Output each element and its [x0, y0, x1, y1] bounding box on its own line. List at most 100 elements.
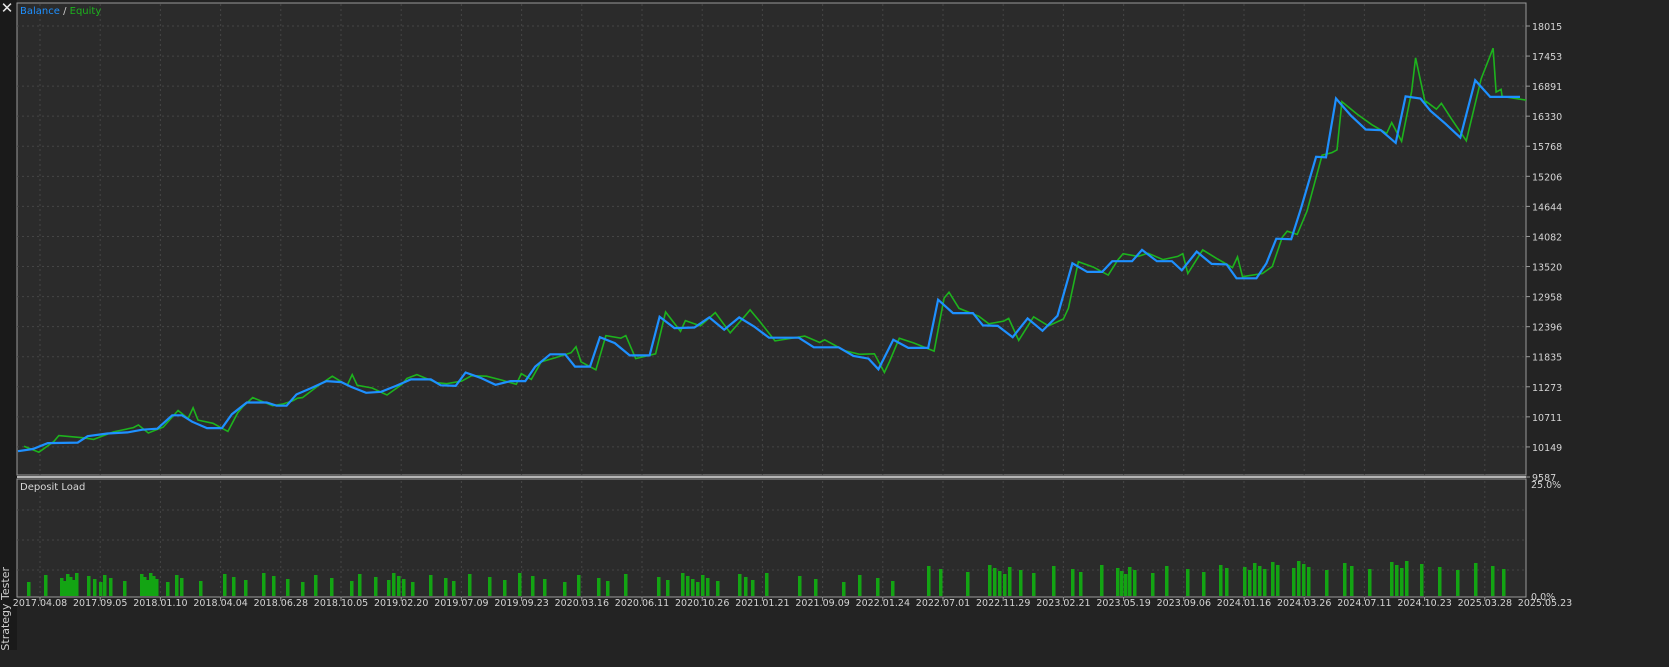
x-tick-label: 2020.10.26 — [675, 598, 729, 609]
deposit-load-bar — [606, 581, 610, 596]
deposit-load-bar — [1003, 574, 1007, 596]
deposit-load-bar — [1258, 566, 1262, 596]
deposit-load-bar — [1165, 566, 1169, 596]
deposit-load-bar — [374, 577, 378, 596]
deposit-load-bar — [744, 577, 748, 596]
x-tick-label: 2019.09.23 — [494, 598, 548, 609]
main-y-axis: 18015 17453 16891 16330 15768 15206 14644 14082… — [1526, 22, 1562, 484]
deposit-load-bar — [1502, 569, 1506, 596]
x-tick-label: 2020.03.16 — [555, 598, 609, 609]
y-tick-label: 12396 — [1532, 323, 1562, 334]
deposit-load-bar — [706, 578, 710, 596]
x-tick-label: 2024.03.26 — [1277, 598, 1331, 609]
legend: Balance / Equity — [20, 6, 101, 17]
deposit-load-bar — [358, 574, 362, 596]
deposit-load-bar — [998, 571, 1002, 596]
x-axis: 2017.04.08 2017.09.05 2018.01.10 2018.04.04… — [13, 597, 1572, 609]
deposit-load-bar — [397, 576, 401, 596]
deposit-load-bar — [411, 582, 415, 596]
x-tick-label: 2019.02.20 — [374, 598, 428, 609]
y-tick-label: 11835 — [1532, 353, 1562, 364]
deposit-load-bar — [1052, 566, 1056, 596]
deposit-load-bar — [152, 576, 156, 596]
deposit-load-bar — [93, 579, 97, 596]
deposit-load-bar — [166, 582, 170, 596]
deposit-load-bar — [1350, 566, 1354, 596]
y-tick-label: 16330 — [1532, 112, 1562, 123]
deposit-load-bar — [1395, 565, 1399, 596]
y-tick-label: 15768 — [1532, 142, 1562, 153]
deposit-load-bar — [199, 581, 203, 596]
y-tick-label: 14082 — [1532, 232, 1562, 243]
x-tick-label: 2020.06.11 — [615, 598, 669, 609]
y-tick-label: 18015 — [1532, 22, 1562, 33]
deposit-load-bar — [123, 581, 127, 596]
deposit-load-bar — [452, 581, 456, 596]
deposit-load-bar — [155, 579, 159, 596]
deposit-load-bar — [1456, 570, 1460, 596]
y-tick-label: 10711 — [1532, 413, 1562, 424]
deposit-load-bar — [72, 580, 76, 596]
x-tick-label: 2023.05.19 — [1096, 598, 1150, 609]
deposit-load-bar — [87, 576, 91, 596]
deposit-load-bar — [1253, 563, 1257, 596]
x-tick-label: 2024.07.11 — [1337, 598, 1391, 609]
deposit-load-bar — [350, 581, 354, 596]
y-tick-label: 13520 — [1532, 263, 1562, 274]
x-tick-label: 2022.11.29 — [976, 598, 1030, 609]
deposit-load-bar — [429, 575, 433, 596]
deposit-load-bar — [1128, 567, 1132, 596]
deposit-load-bar — [858, 575, 862, 596]
deposit-load-bar — [814, 579, 818, 596]
y-tick-label: 15206 — [1532, 172, 1562, 183]
deposit-load-bar — [927, 566, 931, 596]
deposit-load-bar — [444, 578, 448, 596]
x-tick-label: 2024.01.16 — [1217, 598, 1271, 609]
deposit-load-bar — [1368, 569, 1372, 596]
deposit-load-bar — [691, 579, 695, 596]
deposit-load-bar — [597, 578, 601, 596]
deposit-load-bar — [146, 580, 150, 596]
deposit-load-bar — [1071, 569, 1075, 596]
deposit-load-bar — [1276, 565, 1280, 596]
deposit-load-bar — [66, 574, 70, 596]
deposit-load-bar — [60, 578, 64, 596]
x-tick-label: 2023.02.21 — [1036, 598, 1090, 609]
deposit-load-bar — [69, 577, 73, 596]
deposit-load-bar — [1100, 565, 1104, 596]
deposit-load-bar — [140, 574, 144, 596]
deposit-load-bar — [563, 582, 567, 596]
deposit-load-bar — [63, 581, 67, 596]
deposit-load-bar — [751, 580, 755, 596]
deposit-load-bar — [1151, 573, 1155, 596]
deposit-load-bar — [518, 573, 522, 596]
deposit-load-bar — [330, 578, 334, 596]
y-tick-label: 17453 — [1532, 52, 1562, 63]
deposit-load-bar — [180, 578, 184, 596]
deposit-load-bar — [1297, 561, 1301, 596]
x-tick-label: 2017.04.08 — [13, 598, 67, 609]
deposit-load-bar — [1438, 567, 1442, 596]
deposit-load-bar — [387, 580, 391, 596]
deposit-load-bar — [686, 576, 690, 596]
deposit-load-bar — [1243, 567, 1247, 596]
deposit-load-bar — [1325, 570, 1329, 596]
deposit-load-bar — [1302, 564, 1306, 596]
deposit-load-bar — [1032, 573, 1036, 596]
deposit-load-bar — [939, 569, 943, 596]
deposit-load-bar — [738, 574, 742, 596]
deposit-load-bar — [1124, 574, 1128, 596]
y-tick-label: 16891 — [1532, 82, 1562, 93]
y-tick-label: 14644 — [1532, 202, 1562, 213]
deposit-load-bar — [468, 574, 472, 596]
deposit-load-bar — [666, 580, 670, 596]
deposit-load-bar — [103, 575, 107, 596]
x-tick-label: 2018.10.05 — [314, 598, 368, 609]
y-tick-label: 10149 — [1532, 443, 1562, 454]
deposit-load-bar — [543, 579, 547, 596]
deposit-load-bar — [272, 576, 276, 596]
deposit-load-bar — [175, 575, 179, 596]
x-tick-label: 2019.07.09 — [434, 598, 488, 609]
deposit-load-bar — [392, 573, 396, 596]
deposit-load-bar — [842, 582, 846, 596]
